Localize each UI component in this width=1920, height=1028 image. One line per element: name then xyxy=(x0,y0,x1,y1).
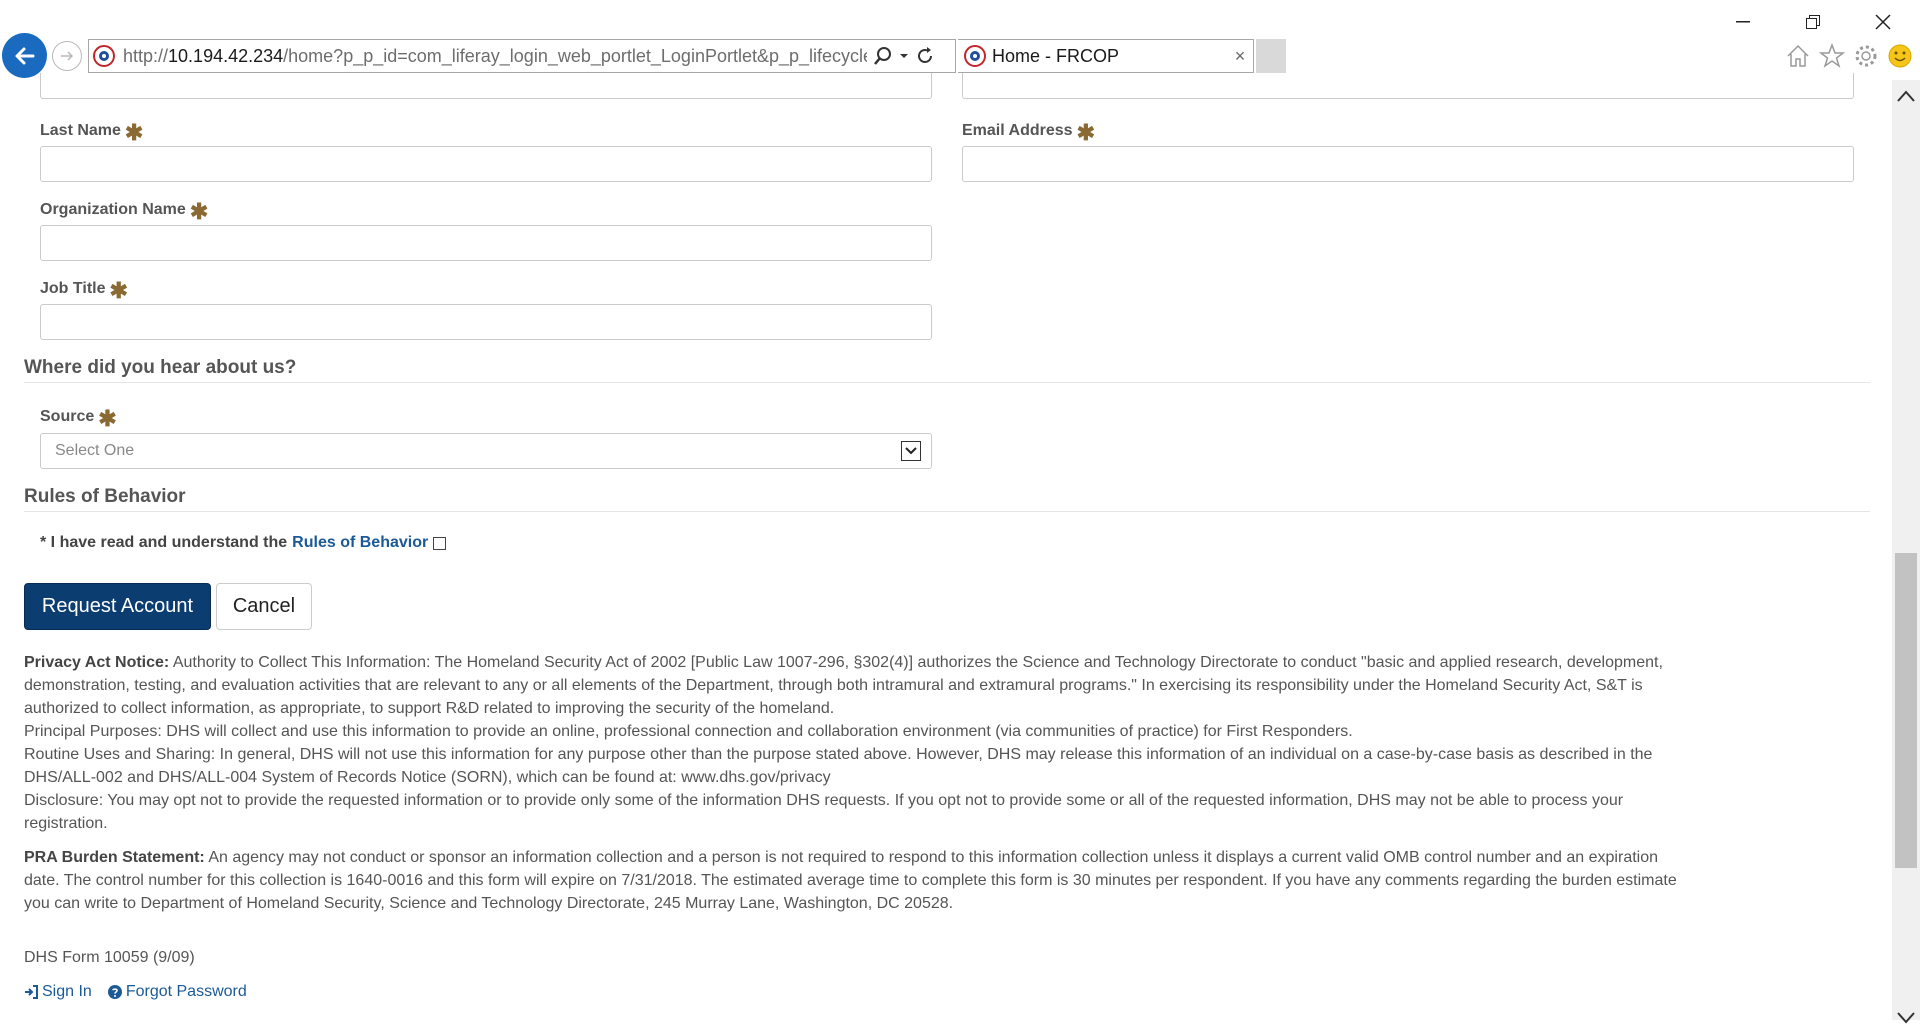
chevron-down-icon xyxy=(1897,1012,1915,1024)
organization-label: Organization Name ✱ xyxy=(40,199,209,224)
forgot-password-label: Forgot Password xyxy=(125,983,247,1000)
required-star-icon: ✱ xyxy=(109,278,128,303)
new-tab-button[interactable] xyxy=(1256,39,1286,73)
first-name-input[interactable] xyxy=(40,73,932,99)
email-label: Email Address ✱ xyxy=(962,120,1095,145)
organization-input[interactable] xyxy=(40,225,932,261)
tab-title: Home - FRCOP xyxy=(992,45,1120,66)
select-dropdown-button[interactable] xyxy=(901,441,921,461)
back-button[interactable] xyxy=(2,33,47,78)
minimize-icon xyxy=(1736,21,1750,23)
home-button[interactable] xyxy=(1784,42,1812,70)
browser-tab[interactable]: Home - FRCOP × xyxy=(958,39,1254,73)
required-star-icon: ✱ xyxy=(1076,120,1095,145)
source-section-title: Where did you hear about us? xyxy=(24,357,297,378)
registration-page: Last Name ✱ Email Address ✱ Organization N… xyxy=(0,73,1892,1020)
job-title-input[interactable] xyxy=(40,304,932,340)
url-text[interactable]: http://10.194.42.234/home?p_p_id=com_lif… xyxy=(123,46,867,67)
favorites-button[interactable] xyxy=(1818,42,1846,70)
source-select[interactable]: Select One xyxy=(40,433,932,469)
address-bar[interactable]: http://10.194.42.234/home?p_p_id=com_lif… xyxy=(88,39,956,73)
required-star-icon: ✱ xyxy=(124,120,144,145)
url-host: 10.194.42.234 xyxy=(168,45,284,66)
source-label: Source ✱ xyxy=(40,406,117,431)
section-divider xyxy=(24,511,1870,512)
rules-agreement-checkbox[interactable] xyxy=(433,536,447,550)
url-path: /home?p_p_id=com_liferay_login_web_portl… xyxy=(283,45,867,66)
pra-heading: PRA Burden Statement: xyxy=(24,849,205,866)
pra-text: An agency may not conduct or sponsor an … xyxy=(24,849,1677,912)
forward-button[interactable] xyxy=(52,41,82,71)
email-field[interactable] xyxy=(962,146,1854,182)
screen-name-input[interactable] xyxy=(962,73,1854,99)
cancel-button[interactable]: Cancel xyxy=(216,583,312,630)
sign-in-link[interactable]: Sign In xyxy=(24,983,92,1001)
gear-icon xyxy=(1855,45,1877,67)
organization-label-text: Organization Name xyxy=(40,201,186,218)
arrow-left-icon xyxy=(15,47,34,64)
restore-button[interactable] xyxy=(1790,8,1836,36)
sign-in-icon xyxy=(25,985,38,999)
last-name-label-text: Last Name xyxy=(40,122,121,139)
vertical-scrollbar[interactable] xyxy=(1892,80,1920,1024)
email-label-text: Email Address xyxy=(962,122,1073,139)
form-number: DHS Form 10059 (9/09) xyxy=(24,949,195,966)
scroll-up-button[interactable] xyxy=(1896,86,1916,106)
chevron-down-icon xyxy=(905,447,917,455)
privacy-notice: Privacy Act Notice: Authority to Collect… xyxy=(24,651,1684,835)
last-name-label: Last Name ✱ xyxy=(40,120,144,145)
source-label-text: Source xyxy=(40,408,95,425)
pra-statement: PRA Burden Statement: An agency may not … xyxy=(24,846,1684,915)
url-prefix: http:// xyxy=(123,45,169,66)
minimize-button[interactable] xyxy=(1720,8,1766,36)
scrollbar-thumb[interactable] xyxy=(1895,553,1917,868)
refresh-icon[interactable] xyxy=(915,46,935,66)
privacy-disclosure: Disclosure: You may opt not to provide t… xyxy=(24,792,1624,832)
forgot-password-link[interactable]: Forgot Password xyxy=(107,983,247,1001)
last-name-input[interactable] xyxy=(40,146,932,182)
footer-links: Sign In Forgot Password xyxy=(24,983,247,1001)
sign-in-label: Sign In xyxy=(42,983,92,1000)
job-title-label-text: Job Title xyxy=(40,280,106,297)
site-favicon-icon xyxy=(93,45,115,67)
restore-icon xyxy=(1806,15,1820,29)
browser-chrome: http://10.194.42.234/home?p_p_id=com_lif… xyxy=(0,0,1920,80)
question-icon xyxy=(107,985,122,999)
rules-agreement: * I have read and understand the Rules o… xyxy=(40,534,447,552)
chevron-up-icon xyxy=(1897,90,1915,102)
chevron-down-icon[interactable] xyxy=(899,52,909,60)
privacy-heading: Privacy Act Notice: xyxy=(24,654,170,671)
section-divider xyxy=(24,382,1870,383)
source-select-value: Select One xyxy=(55,442,135,459)
privacy-authority: Authority to Collect This Information: T… xyxy=(24,654,1663,717)
job-title-label: Job Title ✱ xyxy=(40,278,128,303)
home-icon xyxy=(1787,44,1809,67)
privacy-purposes: Principal Purposes: DHS will collect and… xyxy=(24,723,1353,740)
search-icon[interactable] xyxy=(873,46,893,66)
scroll-down-button[interactable] xyxy=(1896,1008,1916,1028)
rules-agreement-text: * I have read and understand the xyxy=(40,534,288,551)
required-star-icon: ✱ xyxy=(98,406,117,431)
smiley-icon xyxy=(1888,44,1912,68)
required-star-icon: ✱ xyxy=(189,199,209,224)
rules-of-behavior-link[interactable]: Rules of Behavior xyxy=(292,534,428,552)
settings-button[interactable] xyxy=(1852,42,1880,70)
tab-close-icon[interactable]: × xyxy=(1228,46,1252,67)
close-window-button[interactable] xyxy=(1860,8,1906,36)
star-icon xyxy=(1819,43,1845,68)
feedback-button[interactable] xyxy=(1886,42,1914,70)
request-account-button[interactable]: Request Account xyxy=(24,583,211,630)
rules-section-title: Rules of Behavior xyxy=(24,486,186,507)
close-icon xyxy=(1875,14,1891,30)
tab-favicon-icon xyxy=(964,45,986,67)
arrow-right-icon xyxy=(61,51,74,61)
privacy-routine: Routine Uses and Sharing: In general, DH… xyxy=(24,746,1653,786)
